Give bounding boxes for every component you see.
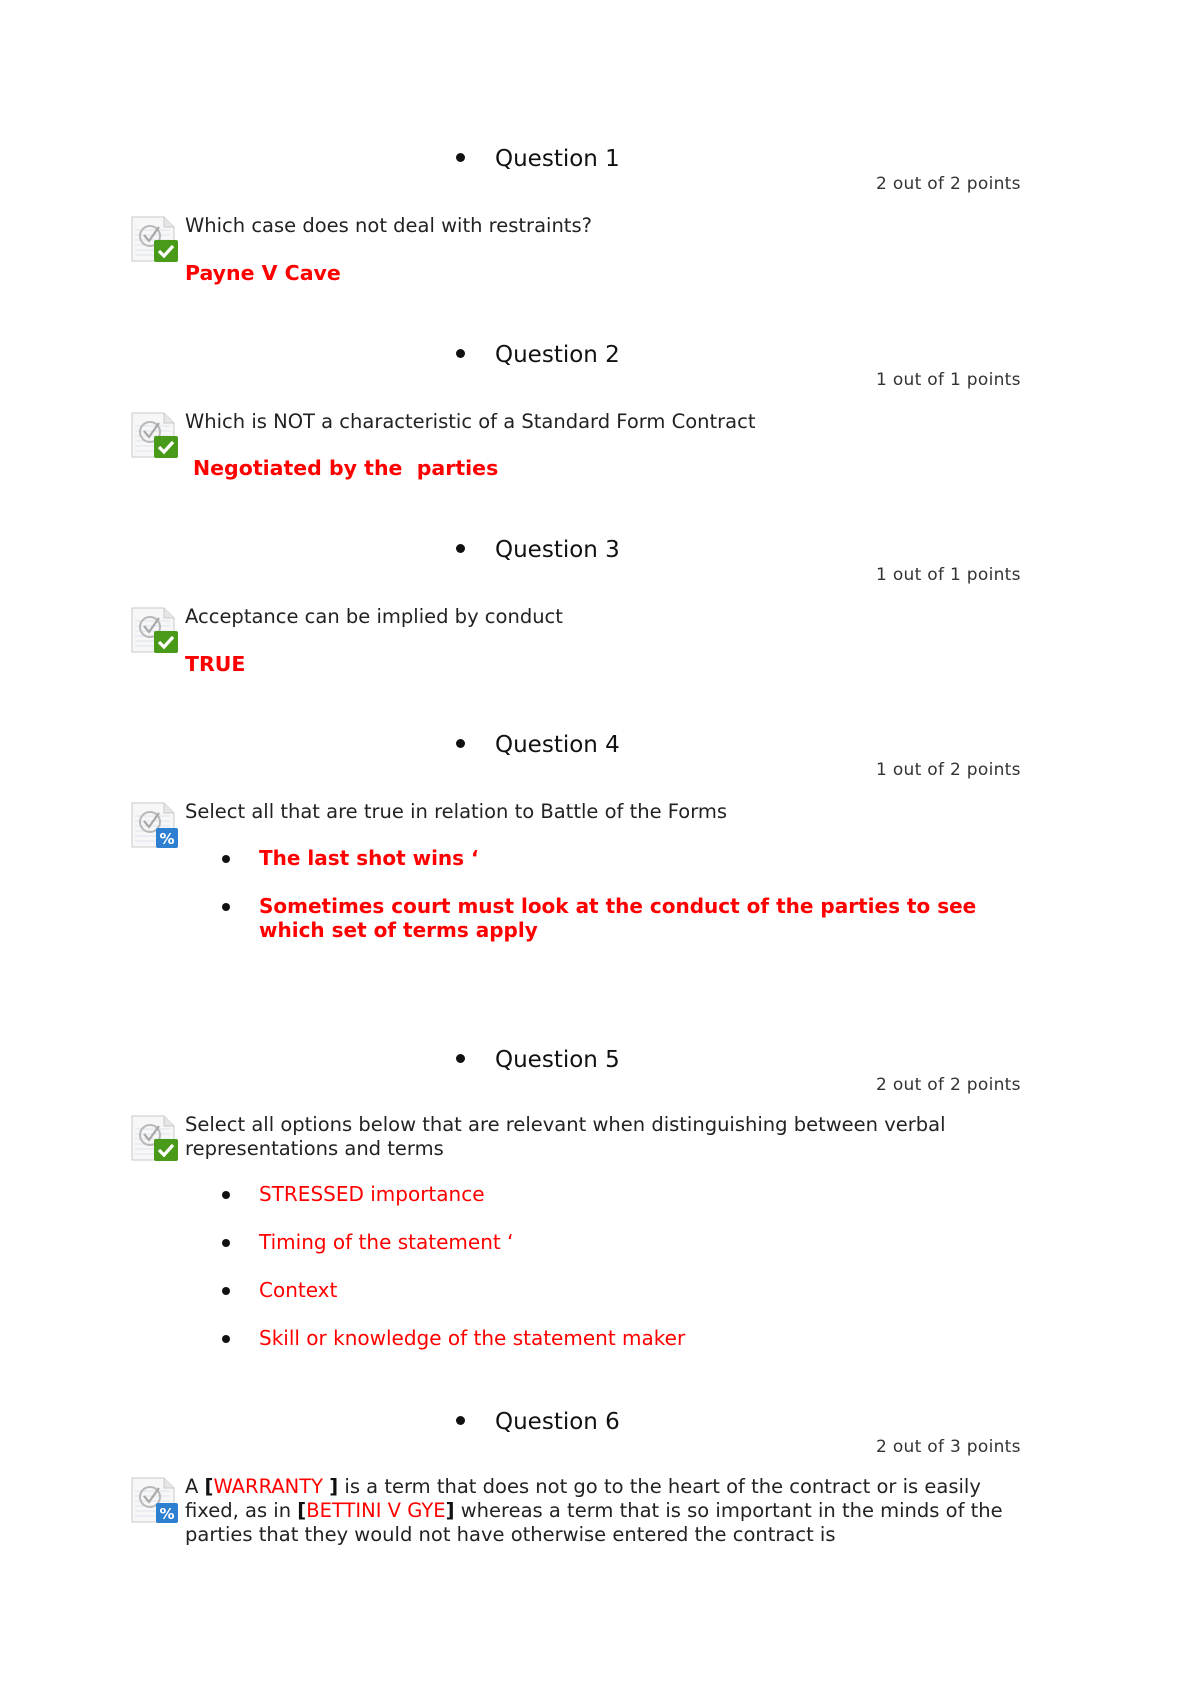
bracket: [	[297, 1499, 307, 1522]
bullet-icon	[456, 544, 465, 553]
answer-option: The last shot wins ‘	[220, 846, 1000, 870]
svg-text:%: %	[159, 1505, 174, 1523]
answer-option-text: Timing of the statement ‘	[259, 1230, 514, 1254]
answer-options: The last shot wins ‘ Sometimes court mus…	[220, 846, 1000, 942]
question-text: A [WARRANTY ] is a term that does not go…	[185, 1475, 1005, 1547]
bullet-icon	[222, 1239, 230, 1247]
question-text: Which case does not deal with restraints…	[185, 214, 592, 237]
question-title-text: Question 1	[495, 146, 620, 172]
question-title: Question 6	[456, 1409, 620, 1435]
fill-in-answer: WARRANTY	[213, 1475, 330, 1498]
bullet-icon	[456, 153, 465, 162]
bullet-icon	[456, 739, 465, 748]
answer-options: STRESSED importance Timing of the statem…	[220, 1182, 1000, 1350]
fill-in-answer: BETTINI V GYE	[306, 1499, 446, 1522]
question-text: Select all that are true in relation to …	[185, 800, 728, 823]
bullet-icon	[222, 855, 230, 863]
bullet-icon	[222, 1191, 230, 1199]
answer-option-text: Skill or knowledge of the statement make…	[259, 1326, 686, 1350]
question-title: Question 5	[456, 1047, 620, 1073]
question-title: Question 1	[456, 146, 620, 172]
question-title: Question 4	[456, 732, 620, 758]
answer-option: Sometimes court must look at the conduct…	[220, 894, 1000, 942]
points-score: 2 out of 2 points	[876, 1075, 1021, 1095]
partial-credit-icon: %	[130, 1475, 180, 1525]
question-title: Question 3	[456, 537, 620, 563]
question-title-text: Question 5	[495, 1047, 620, 1073]
bullet-icon	[456, 1416, 465, 1425]
answer-option-text: STRESSED importance	[259, 1182, 485, 1206]
question-title-text: Question 6	[495, 1409, 620, 1435]
bullet-icon	[456, 1054, 465, 1063]
points-score: 1 out of 2 points	[876, 760, 1021, 780]
points-score: 1 out of 1 points	[876, 370, 1021, 390]
points-score: 2 out of 2 points	[876, 174, 1021, 194]
question-text: Which is NOT a characteristic of a Stand…	[185, 410, 756, 433]
bullet-icon	[222, 903, 230, 911]
correct-check-icon	[130, 605, 180, 655]
bullet-icon	[222, 1335, 230, 1343]
answer-option-text: The last shot wins ‘	[259, 846, 479, 870]
bullet-icon	[456, 349, 465, 358]
answer-text: Negotiated by the parties	[193, 456, 499, 480]
question-title-text: Question 3	[495, 537, 620, 563]
svg-text:%: %	[159, 830, 174, 848]
answer-option: Context	[220, 1278, 1000, 1302]
bracket: ]	[329, 1475, 339, 1498]
answer-text: Payne V Cave	[185, 261, 341, 285]
question-text: Acceptance can be implied by conduct	[185, 605, 563, 628]
bullet-icon	[222, 1287, 230, 1295]
correct-check-icon	[130, 1113, 180, 1163]
answer-option-text: Context	[259, 1278, 338, 1302]
question-title: Question 2	[456, 342, 620, 368]
answer-option: STRESSED importance	[220, 1182, 1000, 1206]
points-score: 1 out of 1 points	[876, 565, 1021, 585]
answer-option-text: Sometimes court must look at the conduct…	[259, 894, 977, 942]
correct-check-icon	[130, 214, 180, 264]
question-title-text: Question 4	[495, 732, 620, 758]
text-segment: A	[185, 1475, 205, 1498]
bracket: ]	[445, 1499, 455, 1522]
partial-credit-icon: %	[130, 800, 180, 850]
answer-option: Skill or knowledge of the statement make…	[220, 1326, 1000, 1350]
question-text: Select all options below that are releva…	[185, 1113, 946, 1160]
correct-check-icon	[130, 410, 180, 460]
answer-option: Timing of the statement ‘	[220, 1230, 1000, 1254]
answer-text: TRUE	[185, 652, 246, 676]
question-title-text: Question 2	[495, 342, 620, 368]
points-score: 2 out of 3 points	[876, 1437, 1021, 1457]
